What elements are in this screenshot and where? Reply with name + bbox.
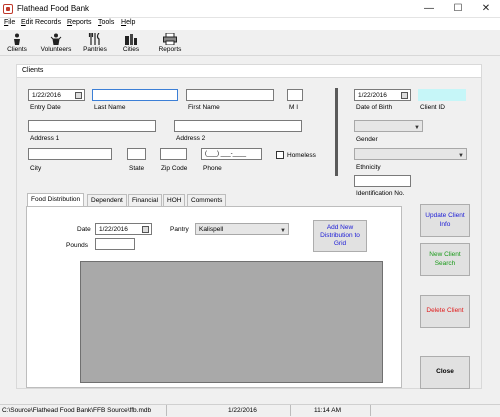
menu-reports[interactable]: Reports xyxy=(67,19,92,26)
zip-code-input[interactable] xyxy=(160,148,187,160)
entry-date-label: Entry Date xyxy=(30,104,61,111)
status-divider xyxy=(290,405,291,416)
add-distribution-button[interactable]: Add New Distribution to Grid xyxy=(313,220,367,252)
distribution-grid[interactable] xyxy=(80,261,383,383)
ethnicity-label: Ethnicity xyxy=(356,164,381,171)
last-name-label: Last Name xyxy=(94,104,126,111)
client-id-field xyxy=(418,89,466,101)
pantries-tool-button[interactable]: Pantries xyxy=(80,31,110,57)
tab-financial[interactable]: Financial xyxy=(128,194,163,206)
tab-food-distribution[interactable]: Food Distribution xyxy=(27,193,85,207)
vertical-divider xyxy=(335,88,338,176)
client-id-label: Client ID xyxy=(420,104,445,111)
menu-tools[interactable]: Tools xyxy=(98,19,114,26)
pantry-select[interactable]: Kalispell ▼ xyxy=(195,223,289,235)
address1-label: Address 1 xyxy=(30,135,60,142)
clients-tool-button[interactable]: Clients xyxy=(4,31,30,57)
date-of-birth-picker[interactable]: 1/22/2016 xyxy=(354,89,411,101)
close-window-button[interactable]: ✕ xyxy=(472,0,500,18)
state-label: State xyxy=(129,165,145,172)
update-client-button[interactable]: Update Client Info xyxy=(420,204,470,237)
menu-help[interactable]: Help xyxy=(121,19,135,26)
calendar-icon xyxy=(75,92,82,99)
address2-label: Address 2 xyxy=(176,135,206,142)
window-title: Flathead Food Bank xyxy=(17,4,90,13)
address2-input[interactable] xyxy=(174,120,302,132)
panel-header xyxy=(16,64,482,78)
state-input[interactable] xyxy=(127,148,146,160)
status-date: 1/22/2016 xyxy=(228,407,257,414)
database-path: C:\Source\Flathead Food Bank\FFB Source\… xyxy=(2,407,152,414)
gender-select[interactable]: ▼ xyxy=(354,120,423,132)
first-name-label: First Name xyxy=(188,104,220,111)
entry-date-picker[interactable]: 1/22/2016 xyxy=(28,89,85,101)
phone-label: Phone xyxy=(203,165,222,172)
homeless-checkbox[interactable] xyxy=(276,151,284,159)
delete-client-button[interactable]: Delete Client xyxy=(420,295,470,328)
menu-edit-records[interactable]: Edit Records xyxy=(21,19,61,26)
buildings-icon xyxy=(125,34,137,45)
distribution-date-label: Date xyxy=(77,226,91,233)
person-icon xyxy=(14,33,20,45)
last-name-input[interactable] xyxy=(92,89,178,101)
cities-tool-button[interactable]: Cities xyxy=(118,31,144,57)
reports-tool-button[interactable]: Reports xyxy=(154,31,186,57)
gender-label: Gender xyxy=(356,136,378,143)
chevron-down-icon: ▼ xyxy=(280,228,286,234)
date-of-birth-label: Date of Birth xyxy=(356,104,393,111)
panel-title: Clients xyxy=(22,67,44,74)
middle-initial-label: M I xyxy=(289,104,299,111)
calendar-icon xyxy=(401,92,408,99)
tab-comments[interactable]: Comments xyxy=(187,194,227,206)
zip-code-label: Zip Code xyxy=(161,165,188,172)
close-button[interactable]: Close xyxy=(420,356,470,389)
maximize-button[interactable]: ☐ xyxy=(444,0,472,18)
tab-hoh[interactable]: HOH xyxy=(163,194,186,206)
app-icon xyxy=(3,4,13,14)
chevron-down-icon: ▼ xyxy=(414,125,420,131)
status-divider xyxy=(166,405,167,416)
menu-file[interactable]: File xyxy=(4,19,15,26)
new-client-search-button[interactable]: New Client Search xyxy=(420,243,470,276)
identification-number-input[interactable] xyxy=(354,175,411,187)
calendar-icon xyxy=(142,226,149,233)
status-time: 11:14 AM xyxy=(314,407,341,414)
first-name-input[interactable] xyxy=(186,89,274,101)
homeless-label: Homeless xyxy=(287,152,316,159)
volunteer-icon xyxy=(50,33,62,45)
volunteers-tool-button[interactable]: Volunteers xyxy=(36,31,76,57)
ethnicity-select[interactable]: ▼ xyxy=(354,148,467,160)
tab-dependent[interactable]: Dependent xyxy=(87,194,127,206)
distribution-date-picker[interactable]: 1/22/2016 xyxy=(95,223,152,235)
pantry-label: Pantry xyxy=(170,226,189,233)
printer-icon xyxy=(163,33,177,45)
utensils-icon xyxy=(88,33,100,45)
address1-input[interactable] xyxy=(28,120,156,132)
pounds-label: Pounds xyxy=(66,242,89,249)
city-input[interactable] xyxy=(28,148,112,160)
city-label: City xyxy=(30,165,42,172)
pounds-input[interactable] xyxy=(95,238,135,250)
phone-input[interactable]: (___) ___-____ xyxy=(201,148,262,160)
middle-initial-input[interactable] xyxy=(287,89,303,101)
status-divider xyxy=(370,405,371,416)
minimize-button[interactable]: — xyxy=(415,0,443,18)
chevron-down-icon: ▼ xyxy=(458,153,464,159)
identification-number-label: Identification No. xyxy=(356,190,405,197)
